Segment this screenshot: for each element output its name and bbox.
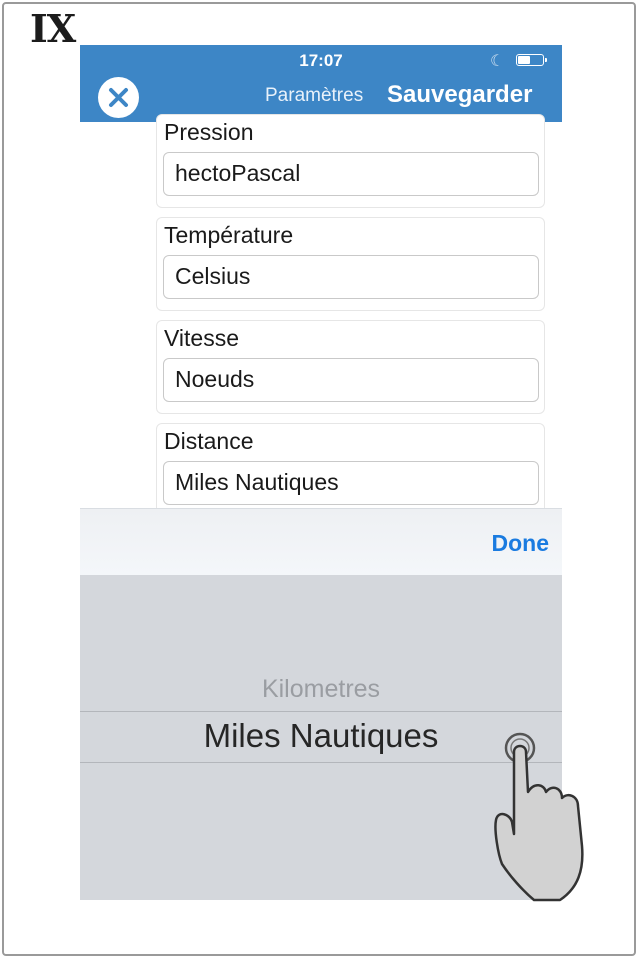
status-bar: 17:07 ☾: [80, 45, 562, 77]
picker-option[interactable]: Kilometres: [80, 675, 562, 704]
pressure-field[interactable]: hectoPascal: [163, 152, 539, 196]
setting-distance: Distance Miles Nautiques: [156, 423, 545, 517]
setting-speed: Vitesse Noeuds: [156, 320, 545, 414]
picker-toolbar: Done: [80, 508, 562, 575]
setting-label: Distance: [164, 428, 254, 454]
setting-label: Vitesse: [164, 325, 240, 351]
setting-label: Pression: [164, 119, 254, 145]
settings-list: Pression hectoPascal Température Celsius…: [80, 114, 562, 517]
setting-label: Température: [164, 222, 294, 248]
done-button[interactable]: Done: [492, 530, 550, 557]
step-label: IX: [30, 6, 76, 51]
close-icon: [109, 88, 128, 107]
speed-field[interactable]: Noeuds: [163, 358, 539, 402]
battery-icon: [516, 54, 547, 66]
moon-icon: ☾: [490, 53, 505, 70]
hand-pointer-icon: [494, 732, 584, 902]
save-button[interactable]: Sauvegarder: [387, 81, 532, 109]
distance-field[interactable]: Miles Nautiques: [163, 461, 539, 505]
nav-title: Paramètres: [265, 85, 364, 106]
temperature-field[interactable]: Celsius: [163, 255, 539, 299]
close-button[interactable]: [98, 77, 139, 118]
setting-pressure: Pression hectoPascal: [156, 114, 545, 208]
setting-temperature: Température Celsius: [156, 217, 545, 311]
